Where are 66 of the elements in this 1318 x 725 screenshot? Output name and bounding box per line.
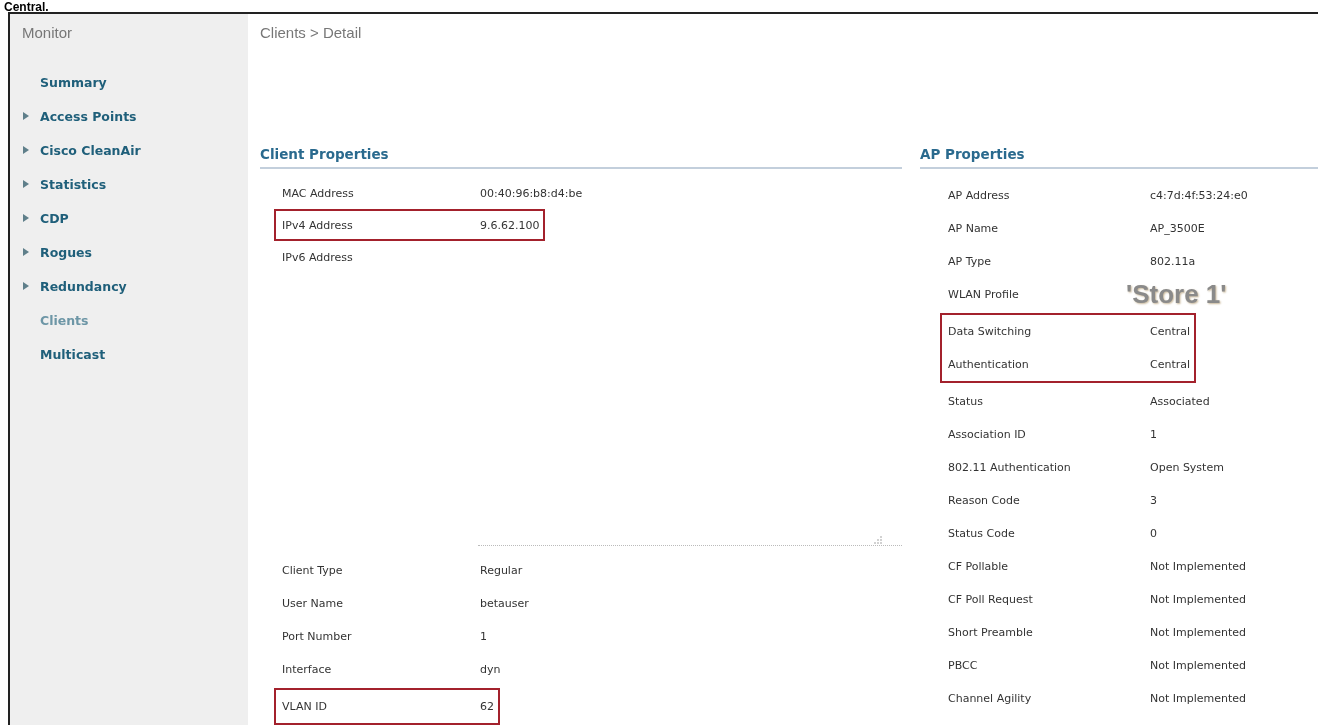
property-value: 1 — [1150, 428, 1157, 441]
property-value: 802.11a — [1150, 255, 1196, 268]
property-value: c4:7d:4f:53:24:e0 — [1150, 189, 1248, 202]
expand-arrow-icon[interactable] — [22, 179, 30, 189]
breadcrumb: Clients > Detail — [260, 24, 362, 41]
property-label: AP Address — [947, 189, 1011, 202]
expand-arrow-icon[interactable] — [22, 247, 30, 257]
property-value: Central — [1150, 358, 1191, 371]
sidebar-item[interactable]: Rogues — [22, 235, 92, 269]
property-value: Not Implemented — [1150, 692, 1247, 705]
property-label: Data Switching — [947, 325, 1033, 338]
property-value: 1 — [480, 630, 487, 643]
sidebar-title: Monitor — [22, 24, 73, 41]
property-label: Association ID — [947, 428, 1027, 441]
property-value: 00:40:96:b8:d4:be — [480, 186, 583, 200]
property-label: User Name — [281, 597, 345, 610]
sidebar-item[interactable]: Redundancy — [22, 269, 127, 303]
property-value: Central — [1150, 325, 1191, 338]
expand-arrow-icon[interactable] — [22, 281, 30, 291]
expand-arrow-icon[interactable] — [22, 213, 30, 223]
resize-grip-icon[interactable] — [874, 535, 882, 544]
property-label: IPv6 Address — [281, 250, 354, 264]
property-value: Open System — [1150, 461, 1224, 474]
property-value: 0 — [1150, 527, 1157, 540]
property-label: Port Number — [281, 630, 353, 643]
caption-text: Central. — [4, 1, 49, 13]
sidebar-item[interactable]: Access Points — [22, 99, 137, 133]
property-label: PBCC — [947, 659, 979, 672]
property-value: 3 — [1150, 494, 1157, 507]
property-label: Status — [947, 395, 985, 408]
property-value: Not Implemented — [1150, 593, 1247, 606]
sidebar-item[interactable]: CDP — [22, 201, 69, 235]
property-label: Reason Code — [947, 494, 1021, 507]
expand-arrow-icon[interactable] — [22, 111, 30, 121]
property-label: CF Poll Request — [947, 593, 1034, 606]
section-title: AP Properties — [920, 146, 1025, 162]
property-value: 'Store 1' — [1126, 279, 1227, 310]
sidebar-item[interactable]: Multicast — [22, 337, 106, 371]
property-label: CF Pollable — [947, 560, 1010, 573]
property-value: AP_3500E — [1150, 222, 1205, 235]
sidebar-item[interactable]: Summary — [22, 65, 107, 99]
sidebar-item[interactable]: Cisco CleanAir — [22, 133, 141, 167]
property-label: IPv4 Address — [281, 218, 354, 232]
property-value: Regular — [480, 564, 523, 577]
property-value: 62 — [480, 700, 494, 713]
expand-arrow-icon[interactable] — [22, 145, 30, 155]
property-value: dyn — [480, 663, 501, 676]
property-label: AP Type — [947, 255, 992, 268]
property-label: MAC Address — [281, 186, 355, 200]
property-label: Channel Agility — [947, 692, 1033, 705]
property-label: AP Name — [947, 222, 1000, 235]
property-value: Associated — [1150, 395, 1210, 408]
property-value: Not Implemented — [1150, 659, 1247, 672]
property-value: betauser — [480, 597, 529, 610]
property-value: Not Implemented — [1150, 626, 1247, 639]
property-label: 802.11 Authentication — [947, 461, 1072, 474]
property-label: Short Preamble — [947, 626, 1034, 639]
property-value: Not Implemented — [1150, 560, 1247, 573]
property-value: 9.6.62.100 — [480, 218, 540, 232]
sidebar-item[interactable]: Statistics — [22, 167, 107, 201]
property-label: Status Code — [947, 527, 1016, 540]
section-title: Client Properties — [260, 146, 389, 162]
property-label: Client Type — [281, 564, 344, 577]
property-label: Interface — [281, 663, 333, 676]
property-label: VLAN ID — [281, 700, 328, 713]
property-label: Authentication — [947, 358, 1030, 371]
